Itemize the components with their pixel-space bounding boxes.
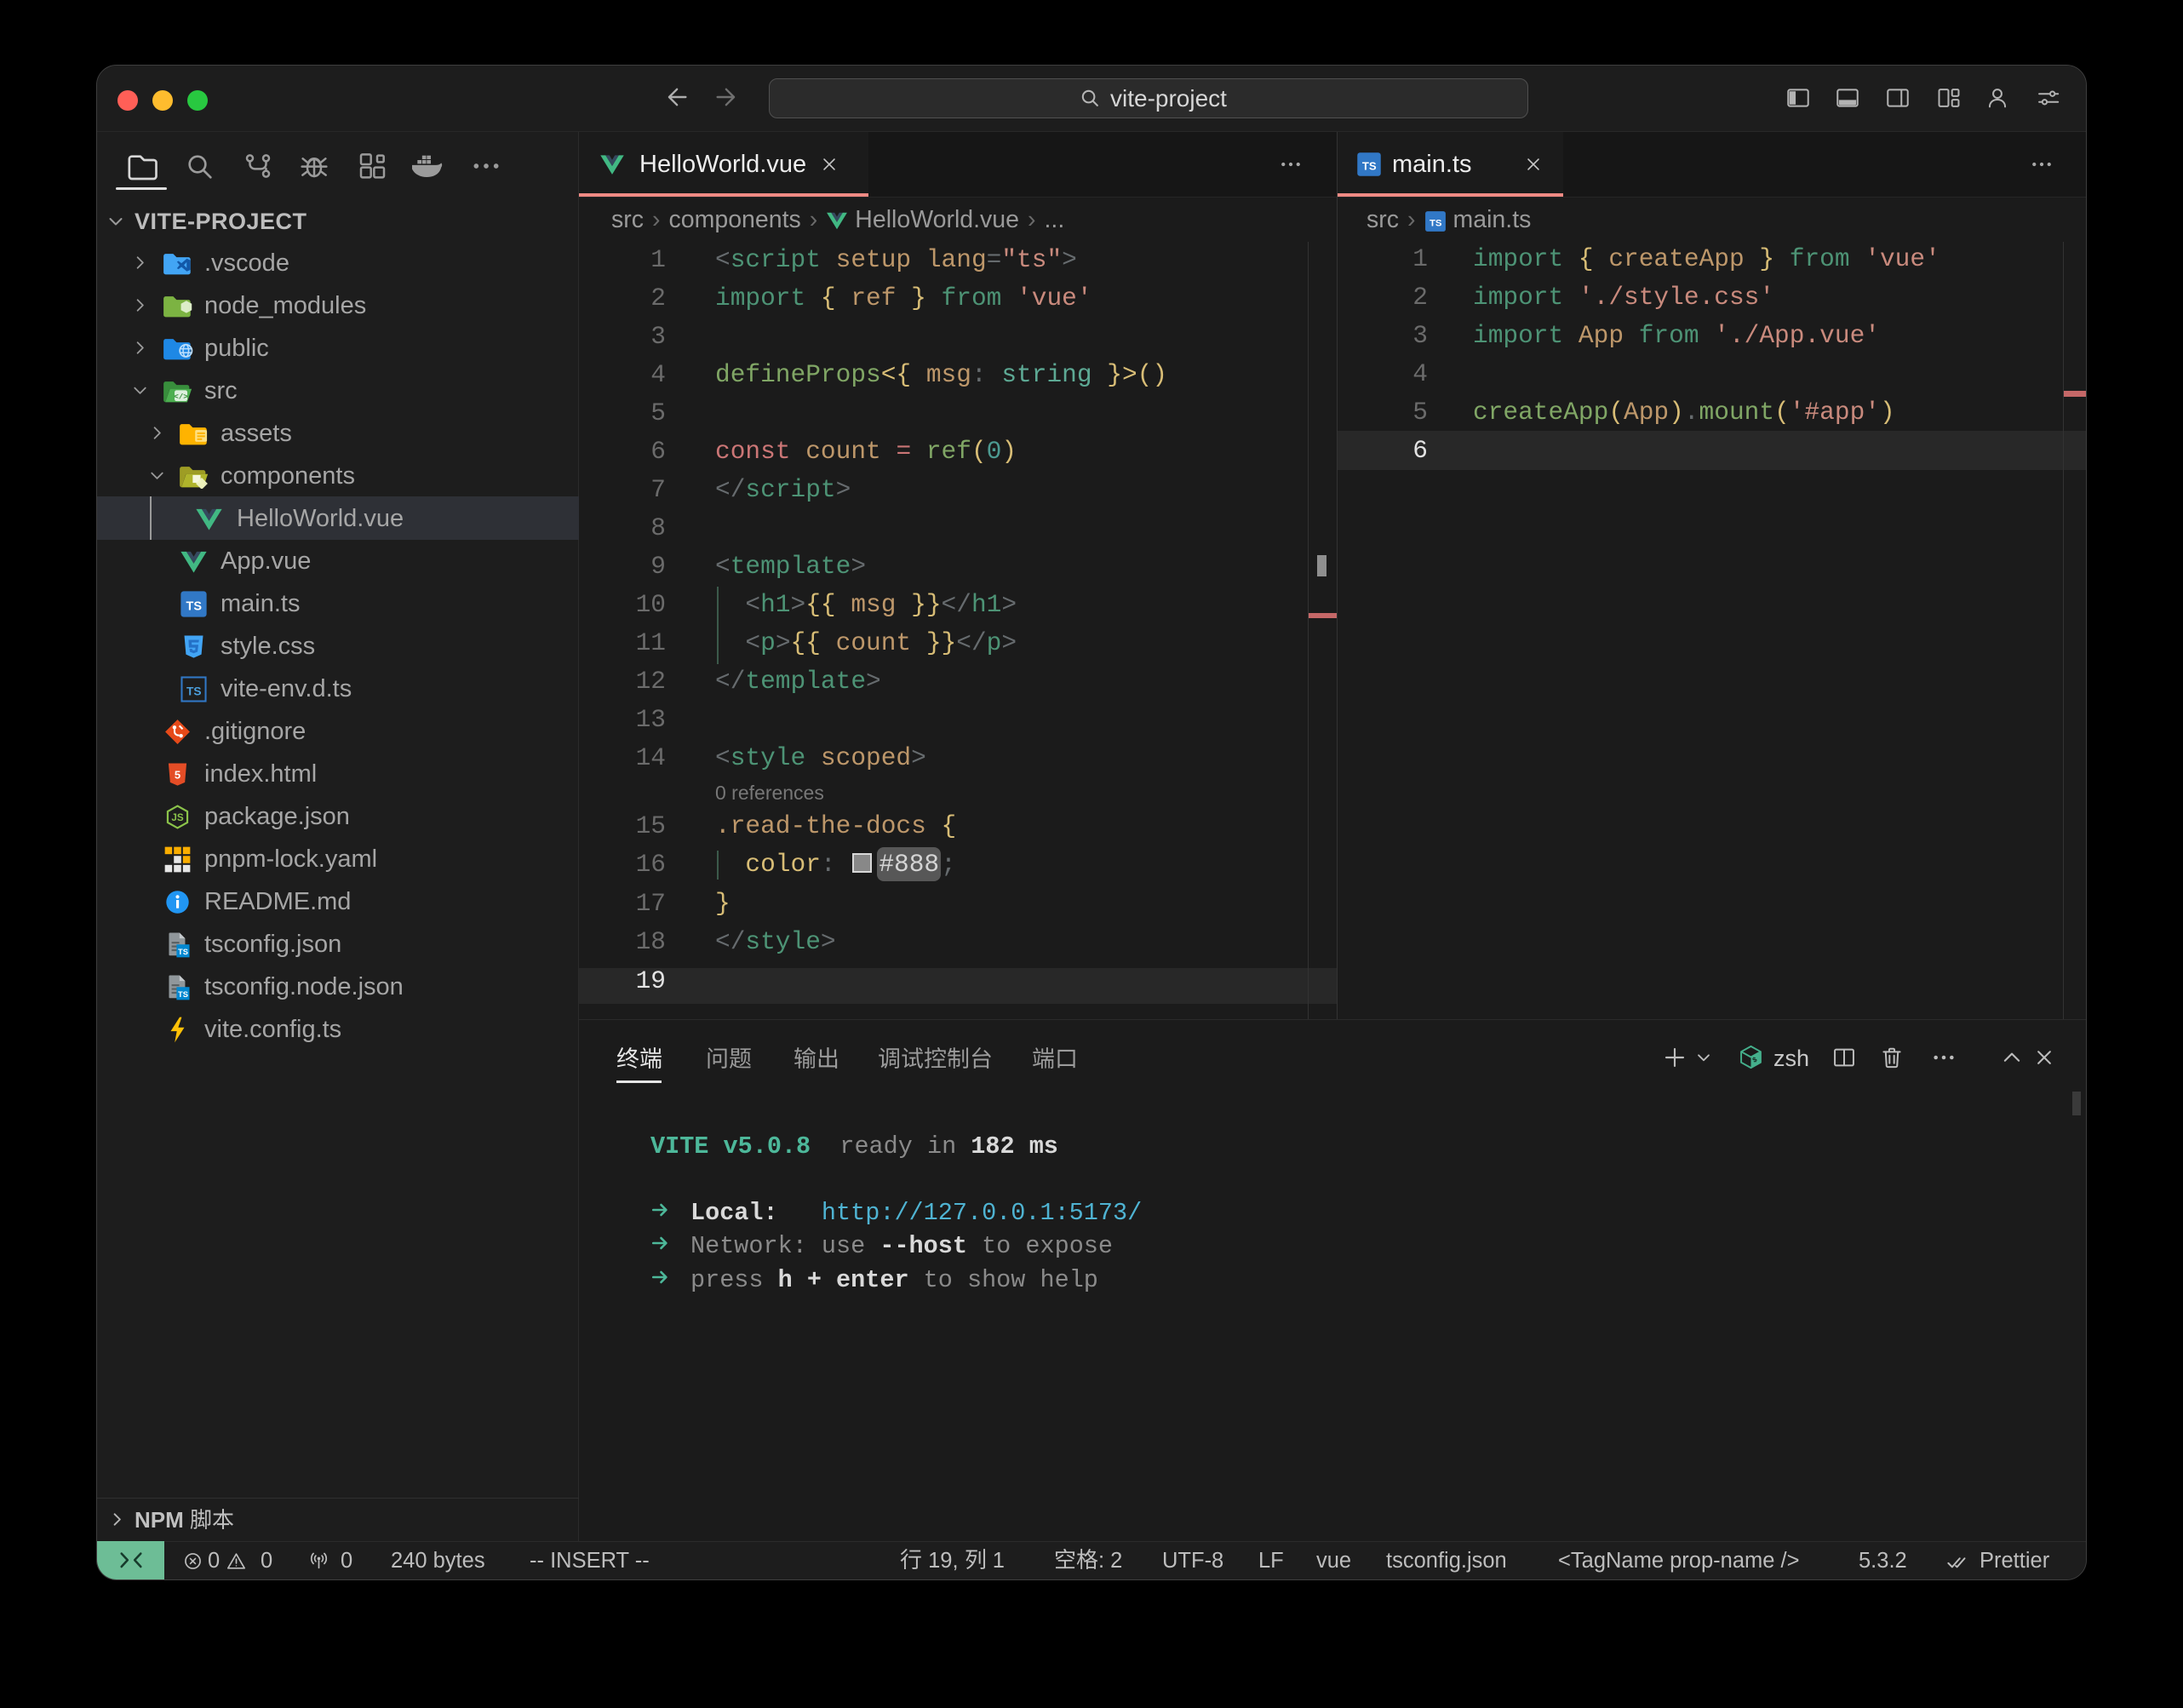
svg-text:TS: TS bbox=[177, 947, 187, 955]
svg-text:JS: JS bbox=[171, 812, 183, 823]
svg-text:</>: </> bbox=[174, 392, 188, 401]
svg-text:TS: TS bbox=[186, 599, 202, 613]
svg-text:TS: TS bbox=[177, 989, 187, 998]
svg-text:TS: TS bbox=[1429, 219, 1441, 229]
svg-text:TS: TS bbox=[1362, 160, 1377, 173]
svg-text:5: 5 bbox=[174, 768, 180, 781]
svg-text:TS: TS bbox=[186, 685, 201, 697]
